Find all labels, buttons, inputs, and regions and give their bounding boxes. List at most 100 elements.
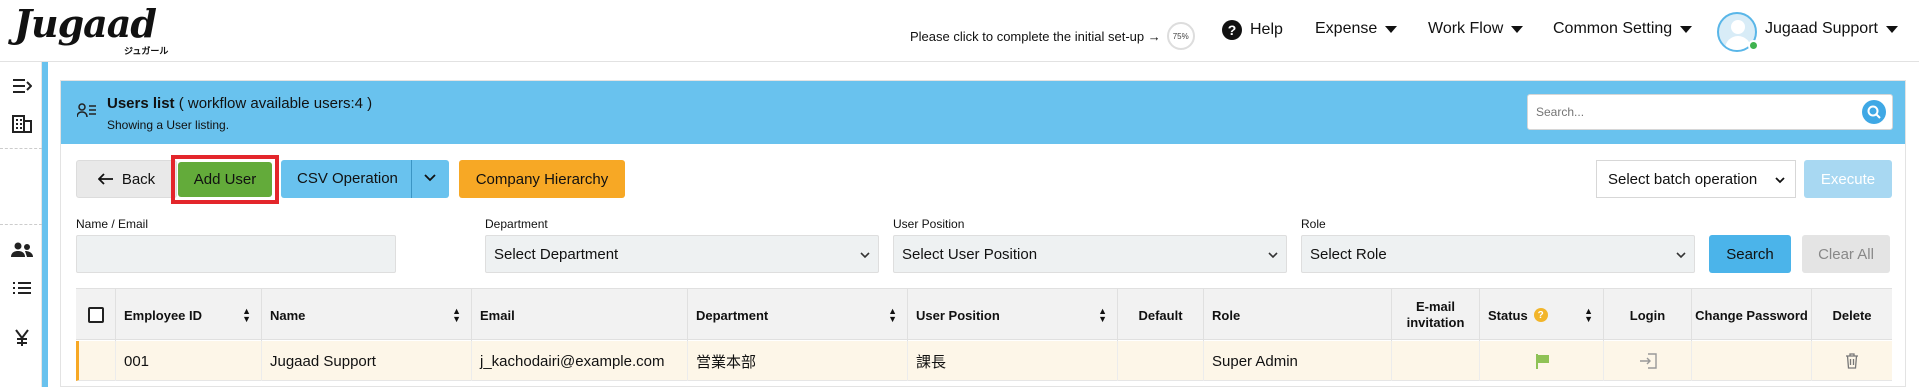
login-icon[interactable] (1639, 353, 1657, 369)
col-name-label: Name (270, 307, 306, 323)
nav-workflow-menu[interactable]: Work Flow (1428, 20, 1524, 38)
users-icon[interactable] (10, 238, 34, 262)
sidebar-divider (0, 224, 42, 225)
sort-icon: ▲ ▼ (1098, 306, 1107, 324)
table-row[interactable]: 001 Jugaad Support j_kachodairi@example.… (76, 341, 1892, 381)
select-all-checkbox[interactable] (87, 307, 104, 323)
col-status-label: Status (1488, 307, 1528, 323)
sidebar-divider (0, 148, 42, 149)
back-button[interactable]: Back (76, 160, 177, 198)
role-select-value: Select Role (1310, 245, 1387, 263)
page-title-text: Users list (107, 95, 175, 112)
col-role-label: Role (1212, 307, 1241, 323)
col-employee-id[interactable]: Employee ID ▲ ▼ (116, 289, 262, 341)
col-role: Role (1204, 289, 1392, 341)
user-menu[interactable]: Jugaad Support (1765, 20, 1898, 38)
col-default: Default (1118, 289, 1204, 341)
name-email-input[interactable] (76, 235, 396, 273)
help-link[interactable]: ? Help (1222, 20, 1283, 40)
batch-operation-select[interactable]: Select batch operation (1596, 160, 1796, 198)
nav-common-setting-label: Common Setting (1553, 20, 1673, 37)
page-title-suffix: ( workflow available users:4 ) (178, 95, 373, 112)
name-email-label: Name / Email (76, 217, 149, 231)
arrow-left-icon (97, 173, 113, 185)
search-icon (1867, 105, 1881, 119)
chevron-down-icon (1775, 173, 1785, 187)
sort-icon: ▲ ▼ (1584, 306, 1593, 324)
sort-icon: ▲ ▼ (888, 306, 897, 324)
cell-role: Super Admin (1204, 341, 1392, 381)
cell-email: j_kachodairi@example.com (472, 341, 688, 381)
setup-progress-badge: 75% (1166, 22, 1195, 50)
help-label: Help (1250, 21, 1283, 38)
col-login: Login (1604, 289, 1692, 341)
col-name[interactable]: Name ▲ ▼ (262, 289, 472, 341)
user-position-select-value: Select User Position (902, 245, 1038, 263)
clear-all-button[interactable]: Clear All (1802, 235, 1890, 273)
role-label: Role (1301, 217, 1326, 231)
cell-change-password (1692, 341, 1812, 381)
status-help-icon[interactable]: ? (1533, 308, 1548, 322)
add-user-button[interactable]: Add User (178, 162, 272, 197)
jugaad-logo[interactable]: Jugaad ジュガール (14, 1, 168, 57)
sort-icon: ▲ ▼ (242, 306, 251, 324)
select-all-cell (76, 289, 116, 341)
col-delete-label: Delete (1832, 307, 1872, 323)
cell-default (1118, 341, 1204, 381)
initial-setup-link[interactable]: Please click to complete the initial set… (910, 22, 1195, 50)
col-email-label: Email (480, 307, 515, 323)
logo-text: Jugaad (14, 1, 157, 46)
active-flag-icon (1535, 354, 1549, 369)
back-label: Back (121, 170, 156, 188)
cell-delete (1812, 341, 1892, 381)
company-hierarchy-button[interactable]: Company Hierarchy (459, 160, 625, 198)
cell-department: 営業本部 (688, 341, 908, 381)
user-name: Jugaad Support (1765, 20, 1878, 37)
nav-common-setting-menu[interactable]: Common Setting (1553, 20, 1693, 38)
csv-operation-label: CSV Operation (297, 170, 398, 187)
header-search-button[interactable] (1862, 100, 1886, 124)
logo-kana: ジュガール (124, 46, 169, 56)
batch-operation-value: Select batch operation (1608, 170, 1758, 188)
role-select[interactable]: Select Role (1301, 235, 1695, 273)
col-user-position[interactable]: User Position ▲ ▼ (908, 289, 1118, 341)
cell-login (1604, 341, 1692, 381)
yen-icon[interactable] (10, 326, 34, 350)
caret-down-icon (1511, 25, 1524, 33)
chevron-down-icon (1676, 248, 1686, 262)
col-status[interactable]: Status ? ▲ ▼ (1480, 289, 1604, 341)
execute-button[interactable]: Execute (1804, 160, 1892, 198)
department-select[interactable]: Select Department (485, 235, 879, 273)
trash-icon[interactable] (1845, 353, 1859, 369)
sort-icon: ▲ ▼ (452, 306, 461, 324)
csv-split-divider (411, 160, 412, 198)
nav-workflow-label: Work Flow (1428, 20, 1504, 37)
caret-down-icon (1885, 25, 1898, 33)
col-department[interactable]: Department ▲ ▼ (688, 289, 908, 341)
col-default-label: Default (1138, 307, 1183, 323)
chevron-down-icon (1268, 248, 1278, 262)
col-delete: Delete (1812, 289, 1892, 341)
help-icon: ? (1222, 20, 1242, 40)
nav-expense-menu[interactable]: Expense (1315, 20, 1398, 38)
cell-employee-id: 001 (116, 341, 262, 381)
list-icon[interactable] (10, 276, 34, 300)
nav-expense-label: Expense (1315, 20, 1378, 37)
col-employee-id-label: Employee ID (124, 307, 203, 323)
col-login-label: Login (1629, 307, 1666, 323)
company-building-icon[interactable] (10, 112, 34, 136)
chevron-down-icon[interactable] (424, 170, 436, 185)
avatar-head (1731, 20, 1745, 34)
cell-email-invitation (1392, 341, 1480, 381)
sidebar-accent-bar (42, 62, 48, 387)
csv-operation-button[interactable]: CSV Operation (281, 160, 449, 198)
row-select-cell (79, 341, 116, 381)
header-search-input[interactable] (1528, 95, 1838, 129)
col-user-position-label: User Position (916, 307, 1000, 323)
filter-search-button[interactable]: Search (1709, 235, 1791, 273)
col-email: Email (472, 289, 688, 341)
sidebar-toggle-icon[interactable] (10, 74, 34, 98)
page-subtitle: Showing a User listing. (107, 118, 230, 132)
col-email-invitation: E-mail invitation (1392, 289, 1480, 341)
user-position-select[interactable]: Select User Position (893, 235, 1287, 273)
